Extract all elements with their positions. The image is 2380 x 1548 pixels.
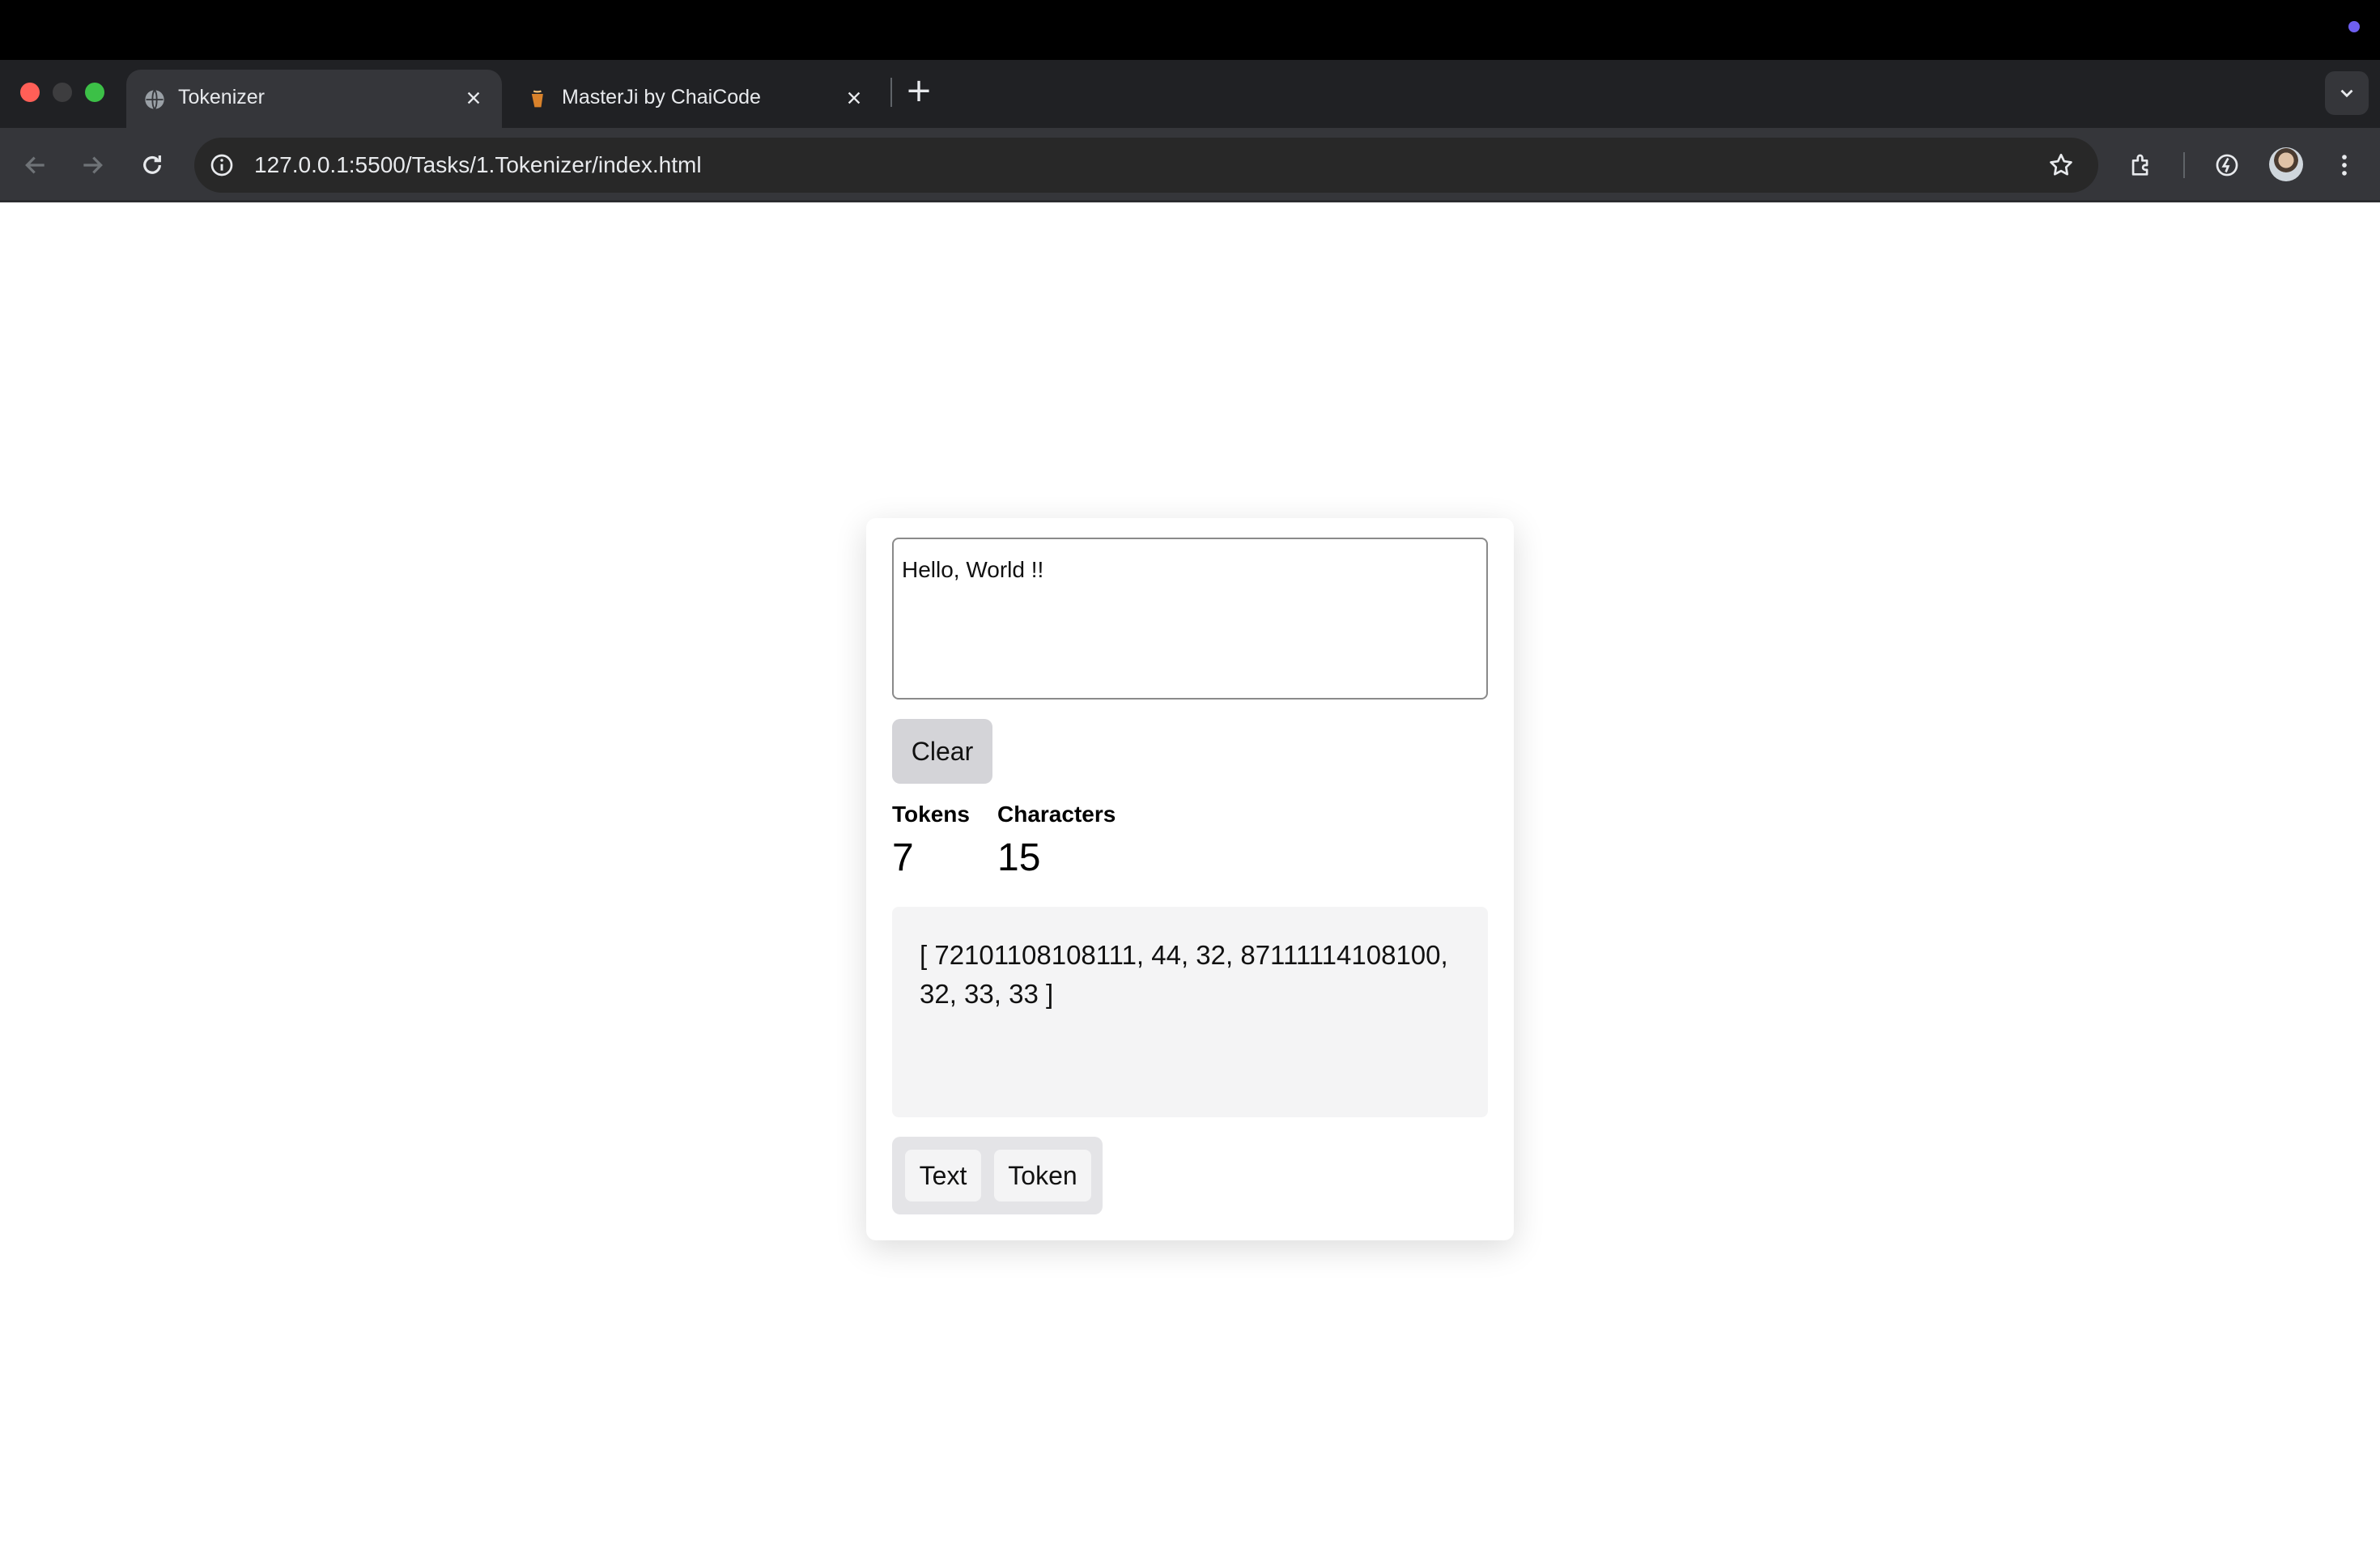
profile-avatar[interactable] [2269, 147, 2303, 181]
characters-stat: Characters 15 [997, 802, 1116, 880]
maximize-window-button[interactable] [85, 83, 104, 102]
chevron-down-icon [2340, 89, 2353, 98]
tokens-stat: Tokens 7 [892, 802, 970, 880]
performance-icon[interactable] [2208, 146, 2246, 185]
bookmark-star-icon[interactable] [2045, 149, 2077, 181]
globe-icon [142, 87, 167, 112]
browser-toolbar: 127.0.0.1:5500/Tasks/1.Tokenizer/index.h… [0, 128, 2380, 202]
status-dot [2348, 21, 2360, 32]
arrow-left-icon [25, 156, 45, 174]
system-top-bar [0, 0, 2380, 60]
tab-strip: Tokenizer MasterJi by ChaiCode [0, 60, 2380, 128]
site-info-icon[interactable] [206, 149, 238, 181]
tab-search-button[interactable] [2325, 71, 2369, 115]
clear-button[interactable]: Clear [892, 719, 992, 784]
menu-kebab-icon[interactable] [2325, 146, 2364, 185]
minimize-window-button[interactable] [53, 83, 72, 102]
tab-tokenizer[interactable]: Tokenizer [126, 70, 502, 128]
characters-count: 15 [997, 836, 1041, 879]
tab-title: MasterJi by ChaiCode [562, 86, 761, 108]
text-input[interactable]: Hello, World !! [892, 538, 1488, 700]
tokenizer-card: Hello, World !! Clear Tokens 7 Character… [866, 518, 1514, 1240]
toolbar-separator [2183, 152, 2185, 178]
address-bar[interactable]: 127.0.0.1:5500/Tasks/1.Tokenizer/index.h… [194, 138, 2098, 193]
tokens-label: Tokens [892, 802, 970, 827]
extensions-icon[interactable] [2122, 146, 2161, 185]
reload-button[interactable] [133, 146, 172, 185]
close-window-button[interactable] [20, 83, 40, 102]
characters-label: Characters [997, 802, 1116, 827]
url-text[interactable]: 127.0.0.1:5500/Tasks/1.Tokenizer/index.h… [254, 152, 702, 178]
tab-title: Tokenizer [178, 86, 265, 108]
reload-icon [143, 155, 161, 174]
arrow-right-icon [83, 156, 103, 174]
tokens-count: 7 [892, 836, 914, 879]
close-tab-icon[interactable] [460, 84, 487, 112]
token-output: [ 72101108108111, 44, 32, 87111114108100… [892, 907, 1488, 1117]
tab-masterji[interactable]: MasterJi by ChaiCode [510, 70, 882, 128]
new-tab-button[interactable]: + [905, 74, 933, 108]
close-tab-icon[interactable] [840, 84, 868, 112]
back-button[interactable] [16, 146, 55, 185]
forward-button[interactable] [73, 146, 112, 185]
toolbar-bottom-border [0, 200, 2380, 202]
view-toggle: Text Token [892, 1137, 1103, 1214]
text-view-button[interactable]: Text [905, 1150, 981, 1201]
token-view-button[interactable]: Token [994, 1150, 1091, 1201]
masterji-icon [526, 87, 550, 112]
tab-separator [890, 78, 892, 107]
